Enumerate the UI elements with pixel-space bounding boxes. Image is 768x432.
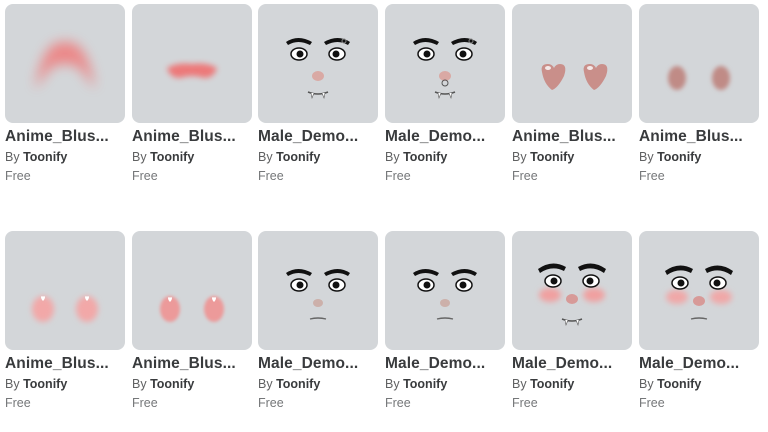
by-label: By [132,150,147,164]
item-name[interactable]: Anime_Blus... [5,127,123,146]
item-creator: By Toonify [132,376,252,392]
creator-link[interactable]: Toonify [403,377,447,391]
item-thumbnail[interactable] [132,231,252,350]
item-creator: By Toonify [512,149,632,165]
by-label: By [385,150,400,164]
item-creator: By Toonify [639,376,759,392]
item-name[interactable]: Anime_Blus... [5,354,123,373]
item-card[interactable]: Anime_Blus... By Toonify Free [5,231,125,411]
item-thumbnail[interactable] [132,4,252,123]
creator-link[interactable]: Toonify [657,150,701,164]
item-name[interactable]: Male_Demo... [258,127,376,146]
item-card[interactable]: Male_Demo... By Toonify Free [258,4,378,184]
by-label: By [639,150,654,164]
item-thumbnail[interactable] [258,4,378,123]
item-creator: By Toonify [385,376,505,392]
item-thumbnail[interactable] [512,4,632,123]
face-thumbnail-icon [538,263,606,327]
item-thumbnail[interactable] [512,231,632,350]
item-thumbnail[interactable] [5,231,125,350]
item-thumbnail[interactable] [639,231,759,350]
item-card[interactable]: Anime_Blus... By Toonify Free [132,4,252,184]
face-thumbnail-icon [413,38,477,100]
blush-thumbnail-icon [541,64,608,90]
item-price: Free [258,169,284,183]
item-creator: By Toonify [5,149,125,165]
item-card[interactable]: Anime_Blus... By Toonify Free [639,4,759,184]
item-price: Free [639,169,665,183]
item-card[interactable]: Anime_Blus... By Toonify Free [512,4,632,184]
item-card[interactable]: Anime_Blus... By Toonify Free [132,231,252,411]
item-creator: By Toonify [132,149,252,165]
item-price: Free [132,396,158,410]
item-price: Free [512,169,538,183]
catalog-grid: Anime_Blus... By Toonify Free Anime_Blus… [0,0,768,432]
item-card[interactable]: Male_Demo... By Toonify Free [385,4,505,184]
item-creator: By Toonify [5,376,125,392]
creator-link[interactable]: Toonify [150,377,194,391]
by-label: By [5,150,20,164]
by-label: By [5,377,20,391]
item-creator: By Toonify [385,149,505,165]
item-name[interactable]: Male_Demo... [639,354,757,373]
creator-link[interactable]: Toonify [530,377,574,391]
creator-link[interactable]: Toonify [23,150,67,164]
by-label: By [132,377,147,391]
item-name[interactable]: Male_Demo... [512,354,630,373]
item-card[interactable]: Male_Demo... By Toonify Free [385,231,505,411]
item-card[interactable]: Anime_Blus... By Toonify Free [5,4,125,184]
by-label: By [639,377,654,391]
blush-thumbnail-icon [160,296,224,322]
item-price: Free [132,169,158,183]
item-name[interactable]: Anime_Blus... [132,127,250,146]
item-thumbnail[interactable] [639,4,759,123]
item-price: Free [5,169,31,183]
item-thumbnail[interactable] [5,4,125,123]
blush-thumbnail-icon [32,296,98,322]
item-thumbnail[interactable] [258,231,378,350]
creator-link[interactable]: Toonify [23,377,67,391]
blush-thumbnail-icon [35,41,95,89]
item-price: Free [512,396,538,410]
item-thumbnail[interactable] [385,4,505,123]
item-name[interactable]: Male_Demo... [385,354,503,373]
item-price: Free [385,169,411,183]
creator-link[interactable]: Toonify [657,377,701,391]
item-card[interactable]: Male_Demo... By Toonify Free [512,231,632,411]
item-creator: By Toonify [258,149,378,165]
face-thumbnail-icon [413,269,477,320]
creator-link[interactable]: Toonify [150,150,194,164]
item-creator: By Toonify [512,376,632,392]
item-name[interactable]: Male_Demo... [385,127,503,146]
by-label: By [258,377,273,391]
blush-thumbnail-icon [668,66,730,90]
item-name[interactable]: Anime_Blus... [639,127,757,146]
creator-link[interactable]: Toonify [276,150,320,164]
item-price: Free [5,396,31,410]
by-label: By [512,150,527,164]
item-creator: By Toonify [639,149,759,165]
item-price: Free [385,396,411,410]
item-name[interactable]: Anime_Blus... [512,127,630,146]
item-card[interactable]: Male_Demo... By Toonify Free [258,231,378,411]
item-price: Free [639,396,665,410]
item-creator: By Toonify [258,376,378,392]
item-name[interactable]: Anime_Blus... [132,354,250,373]
by-label: By [385,377,400,391]
creator-link[interactable]: Toonify [403,150,447,164]
item-price: Free [258,396,284,410]
creator-link[interactable]: Toonify [276,377,320,391]
by-label: By [258,150,273,164]
blush-thumbnail-icon [167,63,217,78]
face-thumbnail-icon [286,38,350,100]
item-name[interactable]: Male_Demo... [258,354,376,373]
face-thumbnail-icon [286,269,350,320]
item-thumbnail[interactable] [385,231,505,350]
creator-link[interactable]: Toonify [530,150,574,164]
item-card[interactable]: Male_Demo... By Toonify Free [639,231,759,411]
face-thumbnail-icon [665,265,733,320]
by-label: By [512,377,527,391]
